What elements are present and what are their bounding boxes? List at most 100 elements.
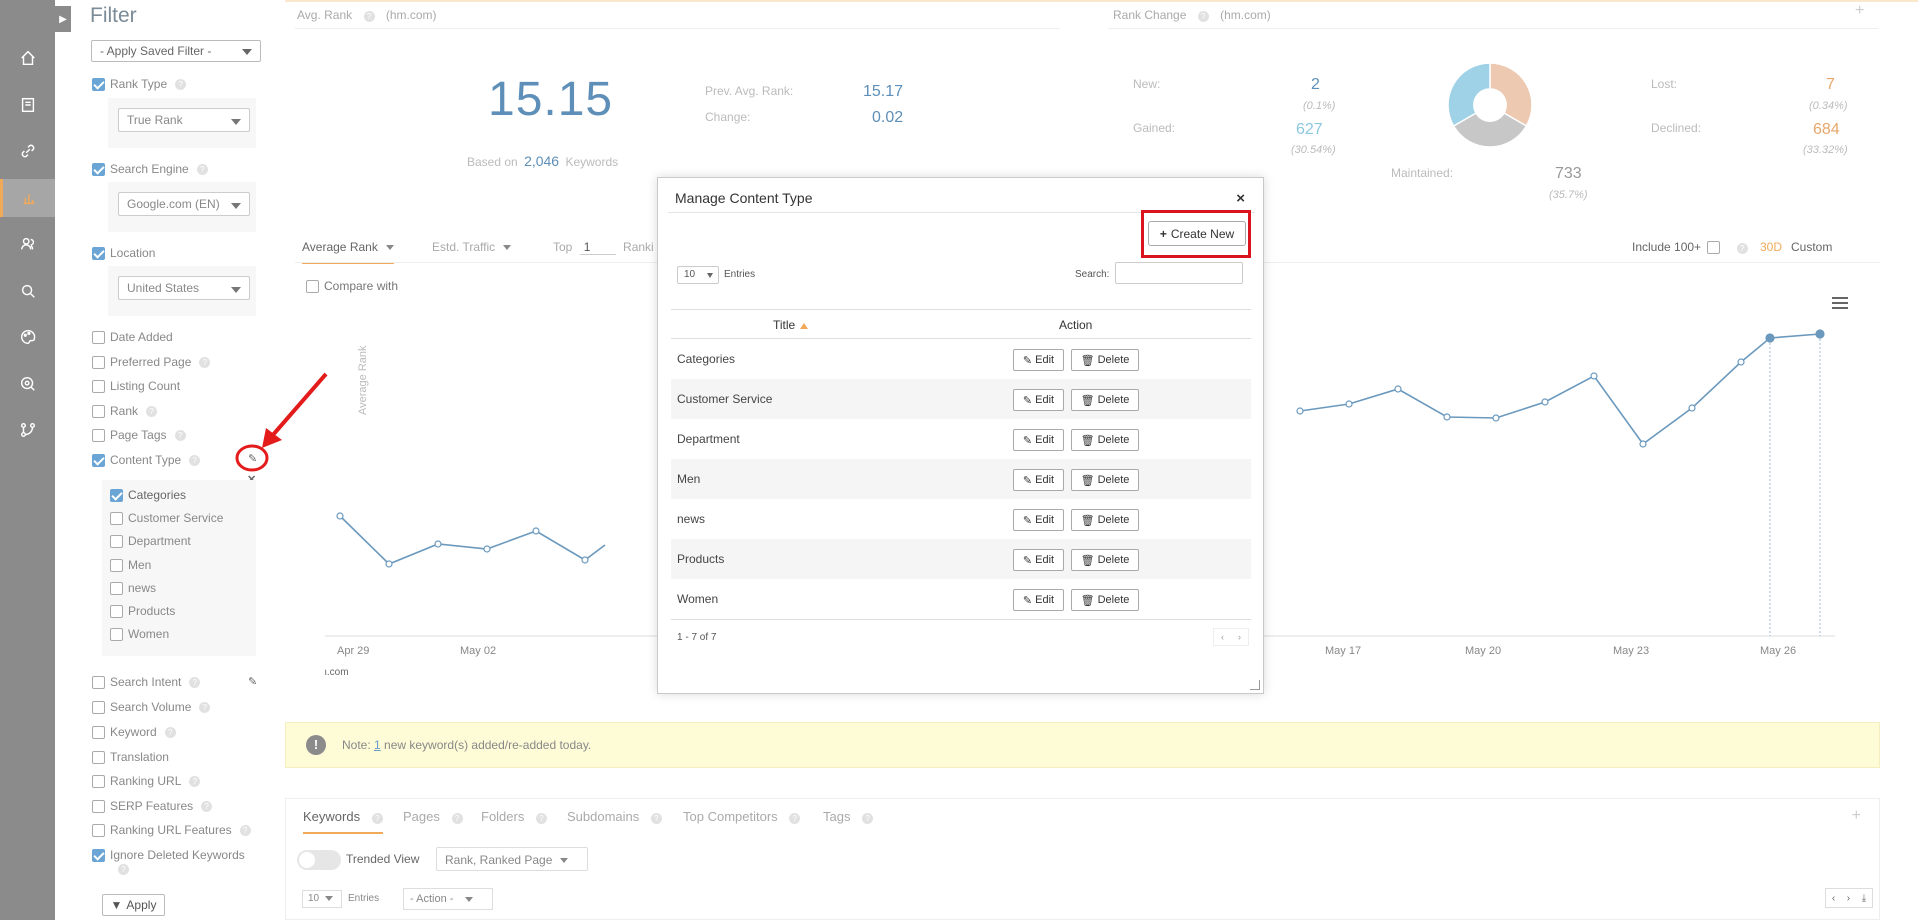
legend-hm-com[interactable]: hm.com bbox=[325, 667, 349, 678]
prev-page-icon[interactable]: ‹ bbox=[1832, 893, 1835, 904]
help-icon[interactable]: ? bbox=[1736, 243, 1748, 254]
checkbox[interactable] bbox=[110, 558, 123, 572]
tab-folders[interactable]: Folders ? bbox=[481, 809, 547, 824]
data-point[interactable] bbox=[1394, 385, 1402, 393]
pagination[interactable]: ‹ › bbox=[1213, 628, 1249, 646]
edit-button[interactable]: ✎ Edit bbox=[1013, 509, 1064, 531]
delete-button[interactable]: 🗑 Delete bbox=[1071, 509, 1139, 531]
help-icon[interactable]: ? bbox=[363, 11, 375, 22]
include-100-toggle[interactable]: Include 100+ ? bbox=[1632, 240, 1748, 255]
checkbox[interactable] bbox=[92, 774, 105, 788]
help-icon[interactable]: ? bbox=[118, 864, 129, 875]
checkbox[interactable] bbox=[92, 700, 105, 714]
network-icon[interactable] bbox=[0, 411, 55, 449]
delete-button[interactable]: 🗑 Delete bbox=[1071, 589, 1139, 611]
tab-keywords[interactable]: Keywords ? bbox=[303, 809, 383, 834]
edit-button[interactable]: ✎ Edit bbox=[1013, 389, 1064, 411]
content-type-customer-service[interactable]: Customer Service bbox=[110, 511, 223, 525]
create-new-button[interactable]: + Create New bbox=[1148, 221, 1246, 246]
action-select[interactable]: - Action - bbox=[403, 888, 493, 910]
filter-option-page-tags[interactable]: Page Tags? bbox=[92, 428, 186, 442]
apply-filter-button[interactable]: ▼ Apply bbox=[102, 894, 165, 916]
location-select[interactable]: United States bbox=[118, 276, 250, 300]
add-tab-plus-icon[interactable]: + bbox=[1852, 807, 1861, 825]
checkbox[interactable] bbox=[110, 581, 123, 595]
help-icon[interactable]: ? bbox=[201, 800, 213, 812]
data-point[interactable] bbox=[1815, 329, 1825, 339]
help-icon[interactable]: ? bbox=[451, 813, 463, 824]
filter-option-search-volume[interactable]: Search Volume? bbox=[92, 700, 211, 714]
help-icon[interactable]: ? bbox=[189, 775, 201, 787]
apply-saved-filter-select[interactable]: - Apply Saved Filter - bbox=[91, 40, 261, 62]
next-page-icon[interactable]: › bbox=[1238, 632, 1241, 642]
checkbox-checked[interactable] bbox=[92, 162, 105, 176]
checkbox[interactable] bbox=[306, 279, 319, 293]
edit-button[interactable]: ✎ Edit bbox=[1013, 589, 1064, 611]
filter-option-keyword[interactable]: Keyword? bbox=[92, 725, 176, 739]
filter-option-search-intent[interactable]: Search Intent? bbox=[92, 675, 201, 689]
help-icon[interactable]: ? bbox=[371, 813, 383, 824]
data-point[interactable] bbox=[434, 540, 442, 548]
checkbox[interactable] bbox=[110, 534, 123, 548]
help-icon[interactable]: ? bbox=[189, 676, 201, 688]
data-point[interactable] bbox=[1541, 398, 1549, 406]
help-icon[interactable]: ? bbox=[239, 824, 251, 836]
tab-top-competitors[interactable]: Top Competitors ? bbox=[683, 809, 801, 824]
help-icon[interactable]: ? bbox=[1197, 11, 1209, 22]
data-point[interactable] bbox=[581, 556, 589, 564]
palette-icon[interactable] bbox=[0, 318, 55, 356]
filter-option-ranking-url[interactable]: Ranking URL? bbox=[92, 774, 201, 788]
rank-type-checkbox[interactable]: Rank Type ? bbox=[92, 77, 187, 91]
checkbox[interactable] bbox=[92, 404, 105, 418]
checkbox[interactable] bbox=[92, 823, 105, 837]
filter-option-content-type[interactable]: Content Type? bbox=[92, 453, 201, 467]
help-icon[interactable]: ? bbox=[199, 356, 211, 368]
checkbox[interactable] bbox=[1707, 241, 1721, 255]
help-icon[interactable]: ? bbox=[189, 454, 201, 466]
range-30d[interactable]: 30D bbox=[1760, 240, 1782, 254]
help-icon[interactable]: ? bbox=[174, 429, 186, 441]
help-icon[interactable]: ? bbox=[650, 813, 662, 824]
edit-button[interactable]: ✎ Edit bbox=[1013, 429, 1064, 451]
content-type-categories[interactable]: Categories bbox=[110, 488, 186, 502]
delete-button[interactable]: 🗑 Delete bbox=[1071, 469, 1139, 491]
users-icon[interactable] bbox=[0, 225, 55, 263]
search-engine-select[interactable]: Google.com (EN) bbox=[118, 192, 250, 216]
checkbox[interactable] bbox=[110, 627, 123, 641]
edit-content-type-pencil-icon[interactable]: ✎ bbox=[248, 452, 258, 465]
tab-average-rank[interactable]: Average Rank bbox=[302, 240, 394, 264]
data-point[interactable] bbox=[1639, 440, 1647, 448]
delete-button[interactable]: 🗑 Delete bbox=[1071, 549, 1139, 571]
edit-button[interactable]: ✎ Edit bbox=[1013, 549, 1064, 571]
top-n-input[interactable]: 1 bbox=[579, 240, 616, 255]
add-widget-plus-icon[interactable]: + bbox=[1855, 2, 1864, 20]
delete-button[interactable]: 🗑 Delete bbox=[1071, 429, 1139, 451]
bottom-pager[interactable]: ‹ › ⤓ bbox=[1825, 888, 1873, 908]
rail-expand-icon[interactable]: ▶ bbox=[55, 6, 71, 32]
data-point[interactable] bbox=[1688, 404, 1696, 412]
keywords-count[interactable]: 2,046 bbox=[524, 153, 559, 169]
data-point[interactable] bbox=[1590, 372, 1598, 380]
checkbox[interactable] bbox=[92, 675, 105, 689]
checkbox[interactable] bbox=[92, 799, 105, 813]
delete-button[interactable]: 🗑 Delete bbox=[1071, 389, 1139, 411]
download-icon[interactable]: ⤓ bbox=[1862, 893, 1866, 904]
data-point[interactable] bbox=[336, 512, 344, 520]
content-type-department[interactable]: Department bbox=[110, 534, 191, 548]
bottom-entries-select[interactable]: 10 bbox=[302, 890, 342, 908]
checkbox-checked[interactable] bbox=[110, 488, 123, 502]
tab-estd-traffic[interactable]: Estd. Traffic bbox=[432, 240, 512, 254]
help-icon[interactable]: ? bbox=[535, 813, 547, 824]
tab-pages[interactable]: Pages ? bbox=[403, 809, 463, 824]
search-engine-checkbox[interactable]: Search Engine ? bbox=[92, 162, 208, 176]
entries-select[interactable]: 10 bbox=[677, 266, 719, 284]
col-title[interactable]: Title bbox=[773, 318, 809, 332]
filter-option-ignore-deleted[interactable]: Ignore Deleted Keywords bbox=[92, 848, 245, 862]
checkbox[interactable] bbox=[92, 725, 105, 739]
rank-ranked-page-select[interactable]: Rank, Ranked Page bbox=[436, 847, 588, 871]
tab-top-ranking[interactable]: Top 1 Ranki bbox=[553, 240, 654, 255]
data-point[interactable] bbox=[1296, 407, 1304, 415]
filter-option-preferred-page[interactable]: Preferred Page? bbox=[92, 355, 211, 369]
data-point[interactable] bbox=[1345, 400, 1353, 408]
checkbox[interactable] bbox=[110, 604, 123, 618]
